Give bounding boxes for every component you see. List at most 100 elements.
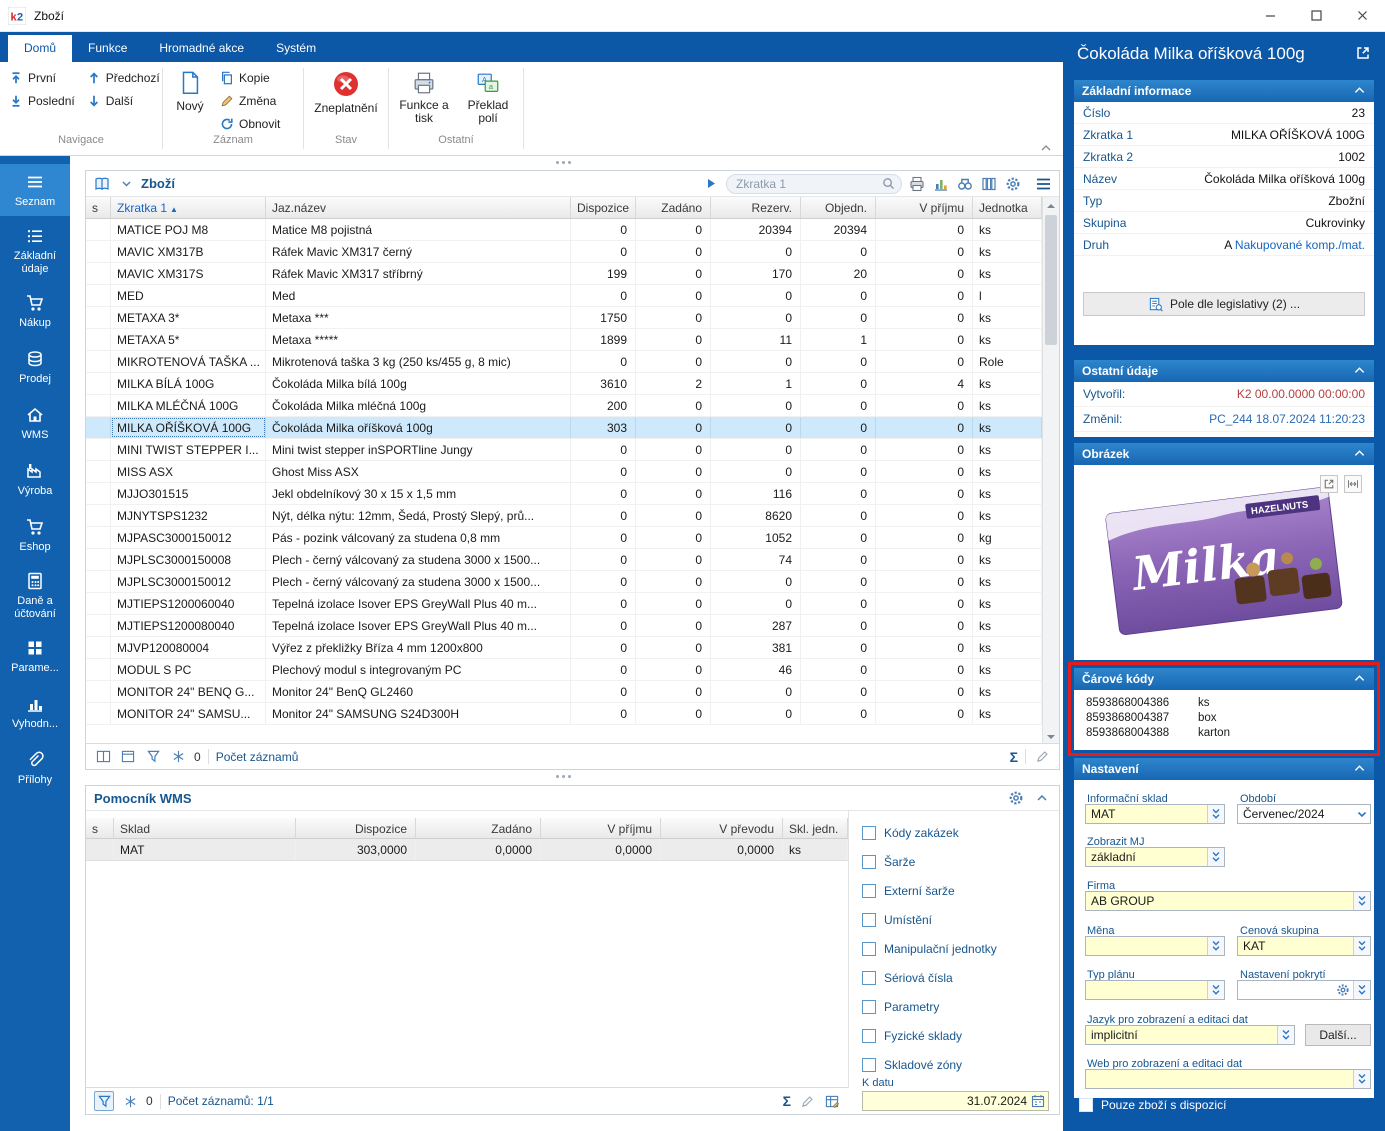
- double-chevron-icon[interactable]: [1207, 805, 1224, 823]
- double-chevron-icon[interactable]: [1353, 892, 1370, 910]
- print-icon[interactable]: [908, 175, 926, 193]
- book-icon[interactable]: [93, 175, 111, 193]
- collapse-ribbon-icon[interactable]: [1041, 145, 1051, 151]
- section-header[interactable]: Čárové kódy: [1074, 668, 1374, 690]
- table-row[interactable]: MJJO301515Jekl obdelníkový 30 x 15 x 1,5…: [86, 483, 1042, 505]
- filter-icon[interactable]: [94, 1091, 114, 1111]
- firma-select[interactable]: AB GROUP: [1085, 891, 1371, 911]
- collapse-section-icon[interactable]: [1354, 367, 1366, 375]
- column-header[interactable]: V příjmu: [876, 197, 973, 218]
- section-header[interactable]: Nastavení: [1074, 758, 1374, 780]
- checkbox-item[interactable]: Externí šarže: [862, 876, 1053, 905]
- scroll-up-icon[interactable]: [1043, 197, 1059, 213]
- jazyk-select[interactable]: implicitní: [1085, 1025, 1295, 1045]
- translate-fields-button[interactable]: Aa Překlad polí: [457, 67, 519, 134]
- section-header[interactable]: Základní informace: [1074, 80, 1374, 102]
- close-button[interactable]: [1339, 0, 1385, 31]
- double-chevron-icon[interactable]: [1353, 981, 1370, 999]
- function-print-button[interactable]: Funkce a tisk: [393, 67, 455, 134]
- first-button[interactable]: První: [4, 67, 80, 88]
- obdobi-select[interactable]: Červenec/2024: [1237, 804, 1371, 824]
- checkbox-item[interactable]: Šarže: [862, 847, 1053, 876]
- chart-icon[interactable]: [932, 175, 950, 193]
- gear-icon[interactable]: [1007, 789, 1025, 807]
- column-header[interactable]: Sklad: [114, 818, 296, 838]
- column-header[interactable]: V převodu: [661, 818, 783, 838]
- change-button[interactable]: Změna: [215, 90, 285, 111]
- snowflake-icon[interactable]: [169, 748, 187, 766]
- column-header[interactable]: Skl. jedn.: [783, 818, 848, 838]
- druh-link[interactable]: Nakupované komp./mat.: [1235, 238, 1365, 252]
- previous-button[interactable]: Předchozí: [82, 67, 165, 88]
- table-row[interactable]: MODUL S PCPlechový modul s integrovaným …: [86, 659, 1042, 681]
- edit-pencil-icon[interactable]: [798, 1092, 816, 1110]
- collapse-section-icon[interactable]: [1354, 87, 1366, 95]
- column-header[interactable]: Objedn.: [801, 197, 876, 218]
- column-header[interactable]: Zkratka 1▲: [111, 197, 266, 218]
- table-row[interactable]: METAXA 5*Metaxa *****189901110ks: [86, 329, 1042, 351]
- column-header[interactable]: Zadáno: [636, 197, 711, 218]
- table-row[interactable]: MJTIEPS1200060040Tepelná izolace Isover …: [86, 593, 1042, 615]
- table-row[interactable]: MISS ASXGhost Miss ASX00000ks: [86, 461, 1042, 483]
- column-header[interactable]: s: [86, 197, 111, 218]
- typ-planu-select[interactable]: [1085, 980, 1225, 1000]
- calendar-icon[interactable]: [1031, 1094, 1045, 1108]
- table-row[interactable]: MEDMed00000l: [86, 285, 1042, 307]
- checkbox-icon[interactable]: [862, 913, 876, 927]
- checkbox-icon[interactable]: [862, 971, 876, 985]
- web-select[interactable]: [1085, 1069, 1371, 1089]
- cenova-skupina-select[interactable]: KAT: [1237, 936, 1371, 956]
- pokryti-select[interactable]: [1237, 980, 1371, 1000]
- tab-system[interactable]: Systém: [260, 35, 332, 62]
- tab-domu[interactable]: Domů: [8, 35, 72, 62]
- search-input[interactable]: Zkratka 1: [726, 174, 902, 194]
- checkbox-item[interactable]: Fyzické sklady: [862, 1021, 1053, 1050]
- checkbox-icon[interactable]: [1079, 1098, 1093, 1112]
- filter-icon[interactable]: [144, 748, 162, 766]
- double-chevron-icon[interactable]: [1207, 981, 1224, 999]
- splitter-handle[interactable]: [556, 161, 571, 164]
- k-datu-input[interactable]: 31.07.2024: [862, 1091, 1049, 1111]
- fit-width-icon[interactable]: [1344, 475, 1362, 493]
- sidebar-item-vyroba[interactable]: Výroba: [0, 453, 70, 505]
- table-row[interactable]: MONITOR 24" SAMSU...Monitor 24" SAMSUNG …: [86, 703, 1042, 725]
- column-header[interactable]: Dispozice: [571, 197, 636, 218]
- table-row[interactable]: MAT303,00000,00000,00000,0000ks: [86, 839, 848, 861]
- gear-icon[interactable]: [1004, 175, 1022, 193]
- checkbox-icon[interactable]: [862, 1058, 876, 1072]
- column-header[interactable]: Dispozice: [296, 818, 416, 838]
- table-row[interactable]: MAVIC XM317BRáfek Mavic XM317 černý00000…: [86, 241, 1042, 263]
- checkbox-icon[interactable]: [862, 884, 876, 898]
- table-row[interactable]: MILKA BÍLÁ 100GČokoláda Milka bílá 100g3…: [86, 373, 1042, 395]
- checkbox-icon[interactable]: [862, 855, 876, 869]
- table-row[interactable]: METAXA 3*Metaxa ***17500000ks: [86, 307, 1042, 329]
- checkbox-item[interactable]: Sériová čísla: [862, 963, 1053, 992]
- open-image-icon[interactable]: [1320, 475, 1338, 493]
- chevron-up-icon[interactable]: [1033, 789, 1051, 807]
- tab-funkce[interactable]: Funkce: [72, 35, 143, 62]
- table-row[interactable]: MILKA OŘÍŠKOVÁ 100GČokoláda Milka oříško…: [86, 417, 1042, 439]
- section-header[interactable]: Obrázek: [1074, 443, 1374, 465]
- table-row[interactable]: MJTIEPS1200080040Tepelná izolace Isover …: [86, 615, 1042, 637]
- panes-icon[interactable]: [94, 748, 112, 766]
- sidebar-item-prilohy[interactable]: Přílohy: [0, 743, 70, 795]
- sidebar-item-dane-a-uctovani[interactable]: Daně a účtování: [0, 565, 70, 626]
- table-row[interactable]: MJPLSC3000150008Plech - černý válcovaný …: [86, 549, 1042, 571]
- last-button[interactable]: Poslední: [4, 90, 80, 111]
- snowflake-icon[interactable]: [121, 1092, 139, 1110]
- checkbox-item[interactable]: Parametry: [862, 992, 1053, 1021]
- zobrazit-mj-select[interactable]: základní: [1085, 847, 1225, 867]
- sum-icon[interactable]: Σ: [1010, 749, 1018, 765]
- table-row[interactable]: MJNYTSPS1232Nýt, délka nýtu: 12mm, Šedá,…: [86, 505, 1042, 527]
- maximize-button[interactable]: [1293, 0, 1339, 31]
- checkbox-icon[interactable]: [862, 1029, 876, 1043]
- double-chevron-icon[interactable]: [1353, 1070, 1370, 1088]
- table-row[interactable]: MIKROTENOVÁ TAŠKA ...Mikrotenová taška 3…: [86, 351, 1042, 373]
- sidebar-item-nakup[interactable]: Nákup: [0, 285, 70, 337]
- sidebar-item-seznam[interactable]: Seznam: [0, 164, 70, 216]
- pole-dle-legislativy-button[interactable]: Pole dle legislativy (2) ...: [1083, 292, 1365, 316]
- table-row[interactable]: MATICE POJ M8Matice M8 pojistná002039420…: [86, 219, 1042, 241]
- collapse-section-icon[interactable]: [1354, 765, 1366, 773]
- chevron-down-icon[interactable]: [1353, 805, 1370, 823]
- menu-icon[interactable]: [1034, 175, 1052, 193]
